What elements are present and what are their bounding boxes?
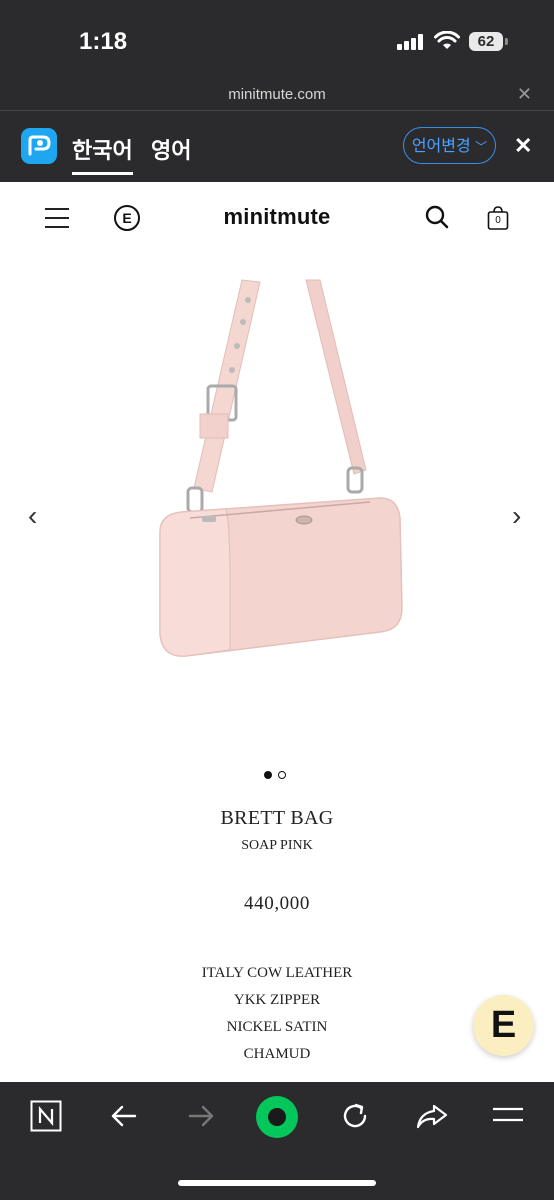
papago-logo-icon[interactable] — [21, 128, 57, 164]
close-icon[interactable]: ✕ — [514, 133, 532, 159]
product-name: BRETT BAG — [220, 807, 334, 829]
battery-icon: 62 — [469, 32, 503, 51]
image-pagination[interactable] — [264, 766, 292, 784]
product-page: E minitmute 0 ‹ › BRETT BAG SOAP PINK 44… — [0, 182, 554, 1082]
product-detail: CHAMUD — [243, 1046, 311, 1062]
naver-green-dot-icon[interactable] — [256, 1096, 298, 1138]
site-logo[interactable]: minitmute — [0, 204, 554, 230]
pagination-dot[interactable] — [278, 771, 286, 779]
pagination-dot[interactable] — [264, 771, 272, 779]
prev-image-button[interactable]: ‹ — [28, 500, 37, 532]
product-price: 440,000 — [244, 893, 310, 914]
change-language-button[interactable]: 언어변경 ﹀ — [403, 127, 496, 164]
share-icon[interactable] — [415, 1100, 449, 1132]
chevron-down-icon: ﹀ — [475, 140, 488, 154]
cart-count: 0 — [495, 215, 501, 226]
product-detail: YKK ZIPPER — [233, 992, 321, 1008]
menu-icon[interactable] — [492, 1106, 524, 1124]
forward-arrow-icon[interactable] — [186, 1100, 216, 1132]
status-bar: 1:18 62 — [0, 0, 554, 82]
chat-fab-button[interactable]: E — [473, 995, 534, 1056]
cart-icon[interactable]: 0 — [487, 206, 509, 230]
cellular-signal-icon — [397, 34, 425, 50]
translate-bar: 한국어 영어 언어변경 ﹀ ✕ — [0, 111, 554, 182]
refresh-icon[interactable] — [339, 1100, 371, 1132]
next-image-button[interactable]: › — [512, 500, 521, 532]
search-icon[interactable] — [425, 205, 449, 229]
url-bar[interactable]: minitmute.com ✕ — [0, 82, 554, 111]
back-arrow-icon[interactable] — [109, 1100, 139, 1132]
wifi-icon — [434, 31, 460, 49]
home-indicator[interactable] — [178, 1180, 376, 1186]
browser-toolbar — [0, 1082, 554, 1200]
change-language-label: 언어변경 — [411, 138, 471, 155]
tab-target-language[interactable]: 영어 — [151, 133, 191, 165]
e-logo-icon: E — [490, 1004, 517, 1046]
status-time: 1:18 — [79, 28, 128, 55]
naver-n-icon[interactable] — [30, 1100, 62, 1132]
battery-tip — [505, 38, 508, 45]
product-detail: ITALY COW LEATHER — [201, 965, 353, 981]
product-image — [159, 279, 403, 657]
url-text[interactable]: minitmute.com — [0, 86, 554, 103]
close-icon[interactable]: ✕ — [517, 84, 532, 105]
tab-source-language[interactable]: 한국어 — [72, 133, 133, 175]
product-color: SOAP PINK — [241, 838, 313, 853]
product-detail: NICKEL SATIN — [226, 1019, 328, 1035]
